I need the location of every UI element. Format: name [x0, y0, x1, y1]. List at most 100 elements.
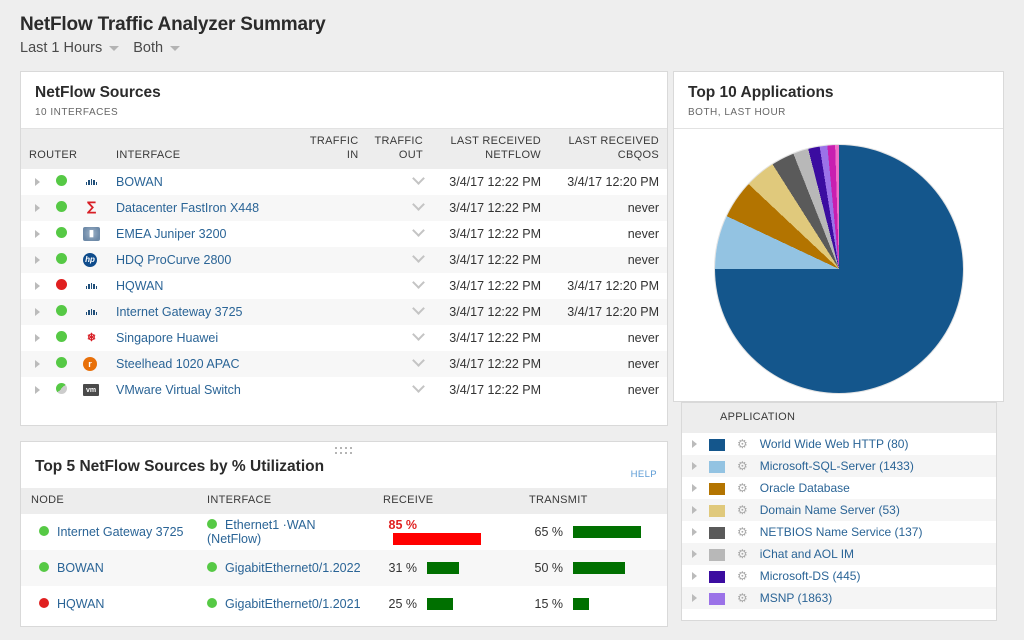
application-link[interactable]: Microsoft-DS (445): [760, 569, 861, 583]
table-row[interactable]: hpHDQ ProCurve 28003/4/17 12:22 PMnever: [21, 247, 667, 273]
list-item[interactable]: ⚙Domain Name Server (53): [682, 499, 996, 521]
list-item[interactable]: ⚙ Microsoft-SQL-Server (1433): [682, 455, 996, 477]
last-received-cbqos: 3/4/17 12:20 PM: [549, 273, 667, 299]
table-row[interactable]: Internet Gateway 37253/4/17 12:22 PM3/4/…: [21, 299, 667, 325]
legend-swatch: [709, 461, 725, 473]
gear-icon: ⚙: [737, 591, 748, 605]
list-item[interactable]: ⚙Microsoft-DS (445): [682, 565, 996, 587]
table-row[interactable]: ∑Datacenter FastIron X4483/4/17 12:22 PM…: [21, 195, 667, 221]
application-link[interactable]: Domain Name Server (53): [760, 503, 900, 517]
table-row[interactable]: BOWANGigabitEthernet0/1.202231 %50 %: [21, 550, 667, 586]
applications-header: Top 10 Applications BOTH, LAST HOUR: [674, 72, 1003, 129]
interface-link[interactable]: HDQ ProCurve 2800: [116, 253, 231, 267]
table-row[interactable]: ▮EMEA Juniper 32003/4/17 12:22 PMnever: [21, 221, 667, 247]
col-transmit: TRANSMIT: [521, 488, 667, 514]
node-link[interactable]: Internet Gateway 3725: [57, 525, 183, 539]
chevron-down-icon[interactable]: [412, 250, 425, 263]
row-expander[interactable]: [35, 386, 40, 394]
cisco-logo-icon: [83, 175, 100, 189]
row-expander[interactable]: [35, 334, 40, 342]
row-expander[interactable]: [35, 204, 40, 212]
list-item[interactable]: ⚙Oracle Database: [682, 477, 996, 499]
interface-link[interactable]: EMEA Juniper 3200: [116, 227, 227, 241]
receive-percent: 85 %: [383, 518, 417, 532]
chevron-down-icon[interactable]: [412, 302, 425, 315]
filter-bar: Last 1 Hours Both: [20, 40, 1024, 56]
chevron-down-icon[interactable]: [412, 224, 425, 237]
row-expander[interactable]: [35, 360, 40, 368]
row-expander[interactable]: [692, 528, 697, 536]
table-row[interactable]: vmVMware Virtual Switch3/4/17 12:22 PMne…: [21, 377, 667, 403]
interface-link[interactable]: VMware Virtual Switch: [116, 383, 241, 397]
list-item[interactable]: ⚙World Wide Web HTTP (80): [682, 433, 996, 455]
application-link[interactable]: World Wide Web HTTP (80): [760, 437, 909, 451]
interface-link[interactable]: Datacenter FastIron X448: [116, 201, 259, 215]
netflow-sources-table: ROUTER INTERFACE TRAFFIC IN TRAFFIC OUT …: [21, 129, 667, 403]
status-dot: [56, 383, 67, 394]
col-receive: RECEIVE: [375, 488, 521, 514]
applications-pie-chart[interactable]: [715, 145, 963, 393]
help-link[interactable]: HELP: [631, 469, 657, 480]
table-header: ROUTER INTERFACE TRAFFIC IN TRAFFIC OUT …: [21, 129, 667, 169]
node-link[interactable]: HQWAN: [57, 597, 104, 611]
interface-link[interactable]: GigabitEthernet0/1.2021: [225, 597, 361, 611]
node-status-dot: [39, 598, 49, 608]
interface-link[interactable]: Singapore Huawei: [116, 331, 218, 345]
application-link[interactable]: NETBIOS Name Service (137): [760, 525, 923, 539]
list-item[interactable]: ⚙iChat and AOL IM: [682, 543, 996, 565]
chevron-down-icon[interactable]: [412, 380, 425, 393]
last-received-cbqos: never: [549, 377, 667, 403]
list-item[interactable]: ⚙ MSNP (1863): [682, 587, 996, 609]
interface-status-dot: [207, 598, 217, 608]
interface-link[interactable]: Internet Gateway 3725: [116, 305, 242, 319]
list-item[interactable]: ⚙NETBIOS Name Service (137): [682, 521, 996, 543]
last-received-cbqos: never: [549, 325, 667, 351]
riverbed-logo-icon: r: [83, 357, 97, 371]
application-link[interactable]: Microsoft-SQL-Server (1433): [760, 459, 914, 473]
application-link[interactable]: Oracle Database: [760, 481, 850, 495]
last-received-netflow: 3/4/17 12:22 PM: [431, 325, 549, 351]
netflow-sources-subtitle: 10 INTERFACES: [35, 107, 667, 118]
row-expander[interactable]: [35, 256, 40, 264]
interface-link[interactable]: Steelhead 1020 APAC: [116, 357, 239, 371]
time-range-dropdown[interactable]: Last 1 Hours: [20, 40, 119, 56]
row-expander[interactable]: [692, 594, 697, 602]
interface-link[interactable]: BOWAN: [116, 175, 163, 189]
chevron-down-icon[interactable]: [412, 276, 425, 289]
gear-icon: ⚙: [737, 459, 748, 473]
row-expander[interactable]: [692, 440, 697, 448]
node-link[interactable]: BOWAN: [57, 561, 104, 575]
row-expander[interactable]: [692, 462, 697, 470]
row-expander[interactable]: [35, 282, 40, 290]
application-link[interactable]: MSNP (1863): [760, 591, 832, 605]
chevron-down-icon[interactable]: [412, 172, 425, 185]
direction-dropdown[interactable]: Both: [133, 40, 180, 56]
drag-handle-icon[interactable]: [335, 447, 353, 455]
chevron-down-icon[interactable]: [412, 328, 425, 341]
table-row[interactable]: BOWAN3/4/17 12:22 PM3/4/17 12:20 PM: [21, 169, 667, 195]
col-traffic-out: TRAFFIC OUT: [366, 129, 431, 169]
row-expander[interactable]: [692, 484, 697, 492]
row-expander[interactable]: [35, 308, 40, 316]
table-row[interactable]: HQWANGigabitEthernet0/1.202125 %15 %: [21, 586, 667, 622]
chevron-down-icon[interactable]: [412, 354, 425, 367]
row-expander[interactable]: [692, 572, 697, 580]
interface-link[interactable]: Ethernet1 ·WAN (NetFlow): [207, 518, 316, 546]
application-link[interactable]: iChat and AOL IM: [760, 547, 854, 561]
interface-link[interactable]: HQWAN: [116, 279, 163, 293]
table-row[interactable]: Internet Gateway 3725 Ethernet1 ·WAN (Net…: [21, 514, 667, 550]
table-row[interactable]: HQWAN3/4/17 12:22 PM3/4/17 12:20 PM: [21, 273, 667, 299]
row-expander[interactable]: [35, 230, 40, 238]
col-last-netflow: LAST RECEIVED NETFLOW: [431, 129, 549, 169]
chevron-down-icon[interactable]: [412, 198, 425, 211]
row-expander[interactable]: [692, 506, 697, 514]
table-row[interactable]: rSteelhead 1020 APAC3/4/17 12:22 PMnever: [21, 351, 667, 377]
receive-bar: [427, 598, 453, 610]
legend-swatch: [709, 571, 725, 583]
row-expander[interactable]: [35, 178, 40, 186]
row-expander[interactable]: [692, 550, 697, 558]
interface-link[interactable]: GigabitEthernet0/1.2022: [225, 561, 361, 575]
table-row[interactable]: ❄Singapore Huawei3/4/17 12:22 PMnever: [21, 325, 667, 351]
netflow-sources-panel: NetFlow Sources 10 INTERFACES ROUTER INT…: [20, 71, 668, 426]
legend-swatch: [709, 527, 725, 539]
